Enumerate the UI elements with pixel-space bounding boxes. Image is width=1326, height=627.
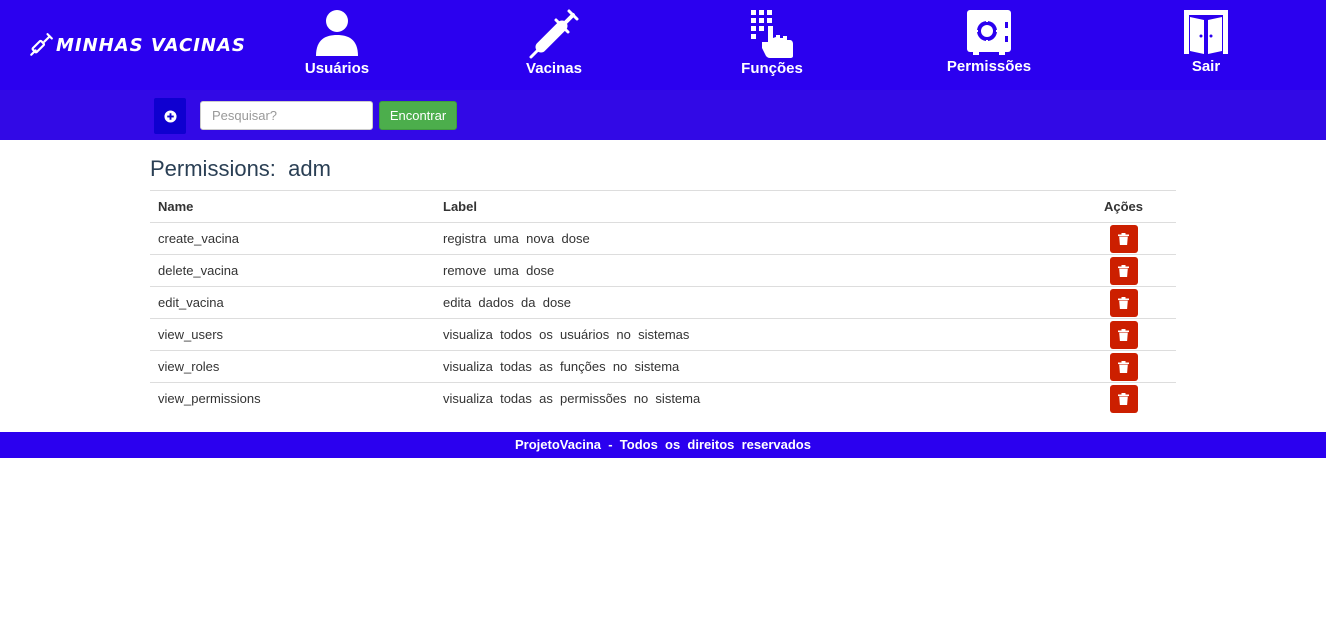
- header-name: Name: [150, 190, 435, 223]
- plus-circle-icon: [163, 109, 177, 123]
- top-navbar: Minhas Vacinas Usuários Vacinas: [0, 0, 1326, 90]
- trash-icon: [1118, 296, 1129, 309]
- trash-icon: [1118, 360, 1129, 373]
- header-actions: Ações: [1071, 190, 1176, 223]
- table-row: create_vacina registra uma nova dose: [150, 222, 1176, 255]
- door-icon: [1184, 10, 1228, 54]
- nav-label: Sair: [1191, 58, 1221, 75]
- permission-label: visualiza todas as funções no sistema: [435, 350, 1071, 383]
- table-row: edit_vacina edita dados da dose: [150, 286, 1176, 319]
- permission-label: visualiza todos os usuários no sistemas: [435, 318, 1071, 351]
- permission-label: registra uma nova dose: [435, 222, 1071, 255]
- nav-vacinas[interactable]: Vacinas: [484, 8, 624, 77]
- nav-permissoes[interactable]: Permissões: [919, 8, 1059, 75]
- delete-button[interactable]: [1109, 256, 1138, 285]
- syringe-logo-icon: [30, 33, 53, 56]
- row-actions: [1071, 222, 1176, 255]
- footer: ProjetoVacina - Todos os direitos reserv…: [0, 432, 1326, 458]
- row-actions: [1071, 286, 1176, 319]
- permission-label: visualiza todas as permissões no sistema: [443, 391, 701, 406]
- trash-icon: [1118, 392, 1129, 405]
- delete-button[interactable]: [1109, 288, 1138, 317]
- delete-button[interactable]: [1109, 320, 1138, 349]
- table-row: view_users visualiza todos os usuários n…: [150, 318, 1176, 351]
- nav-funcoes[interactable]: Funções: [702, 8, 842, 77]
- safe-icon: [967, 10, 1011, 55]
- delete-button[interactable]: [1109, 352, 1138, 381]
- nav-usuarios[interactable]: Usuários: [267, 8, 407, 77]
- row-actions: [1071, 383, 1176, 415]
- brand-logo[interactable]: Minhas Vacinas: [28, 32, 246, 58]
- permission-name: view_users: [150, 318, 435, 351]
- user-icon: [316, 10, 358, 56]
- trash-icon: [1118, 232, 1129, 245]
- syringe-icon: [529, 9, 579, 59]
- header-label: Label: [435, 190, 1071, 223]
- page-title: Permissions: adm: [150, 156, 331, 181]
- nav-label: Funções: [741, 60, 803, 77]
- permissions-table: Name Label Ações create_vacina registra …: [150, 190, 1176, 414]
- table-header-row: Name Label Ações: [150, 190, 1176, 223]
- permission-label: edita dados da dose: [435, 286, 1071, 319]
- permission-name: view_roles: [150, 350, 435, 383]
- delete-button[interactable]: [1109, 384, 1138, 413]
- table-row: view_roles visualiza todas as funções no…: [150, 350, 1176, 383]
- nav-label: Permissões: [946, 58, 1032, 75]
- table-row: view_permissions visualiza todas as perm…: [150, 383, 1176, 415]
- row-actions: [1071, 254, 1176, 287]
- add-permission-button[interactable]: [154, 98, 186, 134]
- find-button[interactable]: Encontrar: [379, 101, 457, 130]
- search-toolbar: [0, 90, 1326, 140]
- permission-label: remove uma dose: [435, 254, 1071, 287]
- nav-label: Vacinas: [526, 60, 582, 77]
- permission-name: create_vacina: [150, 222, 435, 255]
- nav-label: Usuários: [304, 60, 370, 77]
- delete-button[interactable]: [1109, 224, 1138, 253]
- search-input[interactable]: [200, 101, 373, 130]
- brand-name: Minhas Vacinas: [56, 34, 246, 56]
- trash-icon: [1118, 328, 1129, 341]
- nav-sair[interactable]: Sair: [1136, 8, 1276, 75]
- row-actions: [1071, 350, 1176, 383]
- table-row: delete_vacina remove uma dose: [150, 254, 1176, 287]
- permission-name: view_permissions: [158, 391, 261, 406]
- permission-name: delete_vacina: [150, 254, 435, 287]
- keypad-hand-icon: [751, 10, 793, 58]
- footer-text: ProjetoVacina - Todos os direitos reserv…: [515, 437, 811, 452]
- permission-name: edit_vacina: [150, 286, 435, 319]
- row-actions: [1071, 318, 1176, 351]
- trash-icon: [1118, 264, 1129, 277]
